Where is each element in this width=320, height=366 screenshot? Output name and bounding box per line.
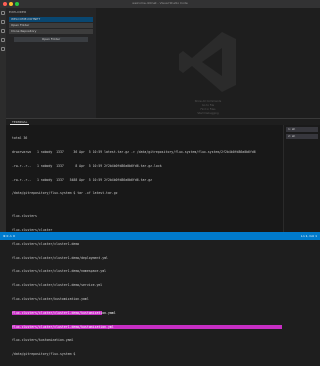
terminal-output[interactable]: total 36 drwxrwxrwx 1 nobody 1337 36 Apr…	[12, 127, 282, 366]
editor-hint: Start Debugging	[197, 112, 219, 115]
terminal-line: flux-clusters/cluster/cluster1-demo/depl…	[12, 255, 108, 260]
terminal-line: flux-clusters/kustomization.yaml	[12, 338, 74, 343]
editor-area: Show All Commands Go to File Find in Fil…	[96, 8, 320, 118]
cursor-position[interactable]: Ln 1, Col 1	[301, 232, 317, 240]
panel-tabs: TERMINAL	[6, 119, 320, 125]
explorer-sidebar: EXPLORER WELCOME-DOTNET Open Folder Clon…	[6, 8, 96, 118]
editor-hint: Go to File	[201, 104, 215, 107]
editor-hint: Show All Commands	[194, 100, 222, 103]
terminal-line: flux-clusters/cluster/cluster1-demo/serv…	[12, 283, 103, 288]
sidebar-item-open-folder[interactable]: Open Folder	[9, 23, 93, 28]
terminal-list: 1: sh 2: sh	[283, 125, 320, 233]
terminal-line: -rw-r--r-- 1 nobody 1337 5488 Apr 5 10:5…	[12, 177, 153, 182]
extensions-icon[interactable]	[1, 47, 5, 51]
editor-hint: Find in Files	[200, 108, 216, 111]
terminal-line: flux-clusters/cluster/kustomization.yaml	[12, 296, 89, 301]
terminal-line: flux-clusters/cluster/cluster1-demo/name…	[12, 269, 107, 274]
status-bar: ⊗ 0 ⚠ 0 Ln 1, Col 1	[0, 232, 320, 240]
sidebar-item-clone[interactable]: Clone Repository	[9, 29, 93, 34]
terminal-highlight-line: flux-clusters/cluster/cluster1-demo/kust…	[12, 324, 282, 330]
sidebar-header: EXPLORER	[9, 10, 27, 14]
explorer-icon[interactable]	[1, 11, 5, 15]
terminal-prompt[interactable]: /data/gitrepository/flux-system $	[12, 352, 282, 357]
terminal-line: total 36	[12, 136, 28, 141]
vscode-logo-icon	[179, 32, 236, 92]
terminal-line: /data/gitrepository/flux-system $ tar -x…	[12, 191, 118, 196]
terminal-line: flux-clusters/cluster/cluster1-demo	[12, 241, 80, 246]
search-icon[interactable]	[1, 20, 5, 24]
terminal-line: flux-clusters	[12, 214, 37, 219]
open-folder-button[interactable]: Open Folder	[14, 37, 88, 42]
source-control-icon[interactable]	[1, 29, 5, 33]
window-title: welcome-dotnet - Visual Studio Code	[132, 1, 188, 5]
terminal-line: -rw-r--r-- 1 nobody 1337 8 Apr 5 10:59 2…	[12, 163, 162, 168]
terminal-instance[interactable]: 2: sh	[286, 134, 318, 139]
problems-status[interactable]: ⊗ 0 ⚠ 0	[3, 232, 15, 240]
sidebar-item-workspace[interactable]: WELCOME-DOTNET	[9, 17, 93, 22]
title-bar: welcome-dotnet - Visual Studio Code	[0, 0, 320, 8]
terminal-highlight-line: flux-clusters/cluster/cluster1-demo/kust…	[12, 310, 116, 316]
terminal-panel: TERMINAL total 36 drwxrwxrwx 1 nobody 13…	[6, 118, 320, 356]
debug-icon[interactable]	[1, 38, 5, 42]
terminal-instance[interactable]: 1: sh	[286, 127, 318, 132]
tab-terminal[interactable]: TERMINAL	[10, 120, 30, 125]
terminal-line: drwxrwxrwx 1 nobody 1337 36 Apr 5 10:59 …	[12, 149, 256, 154]
